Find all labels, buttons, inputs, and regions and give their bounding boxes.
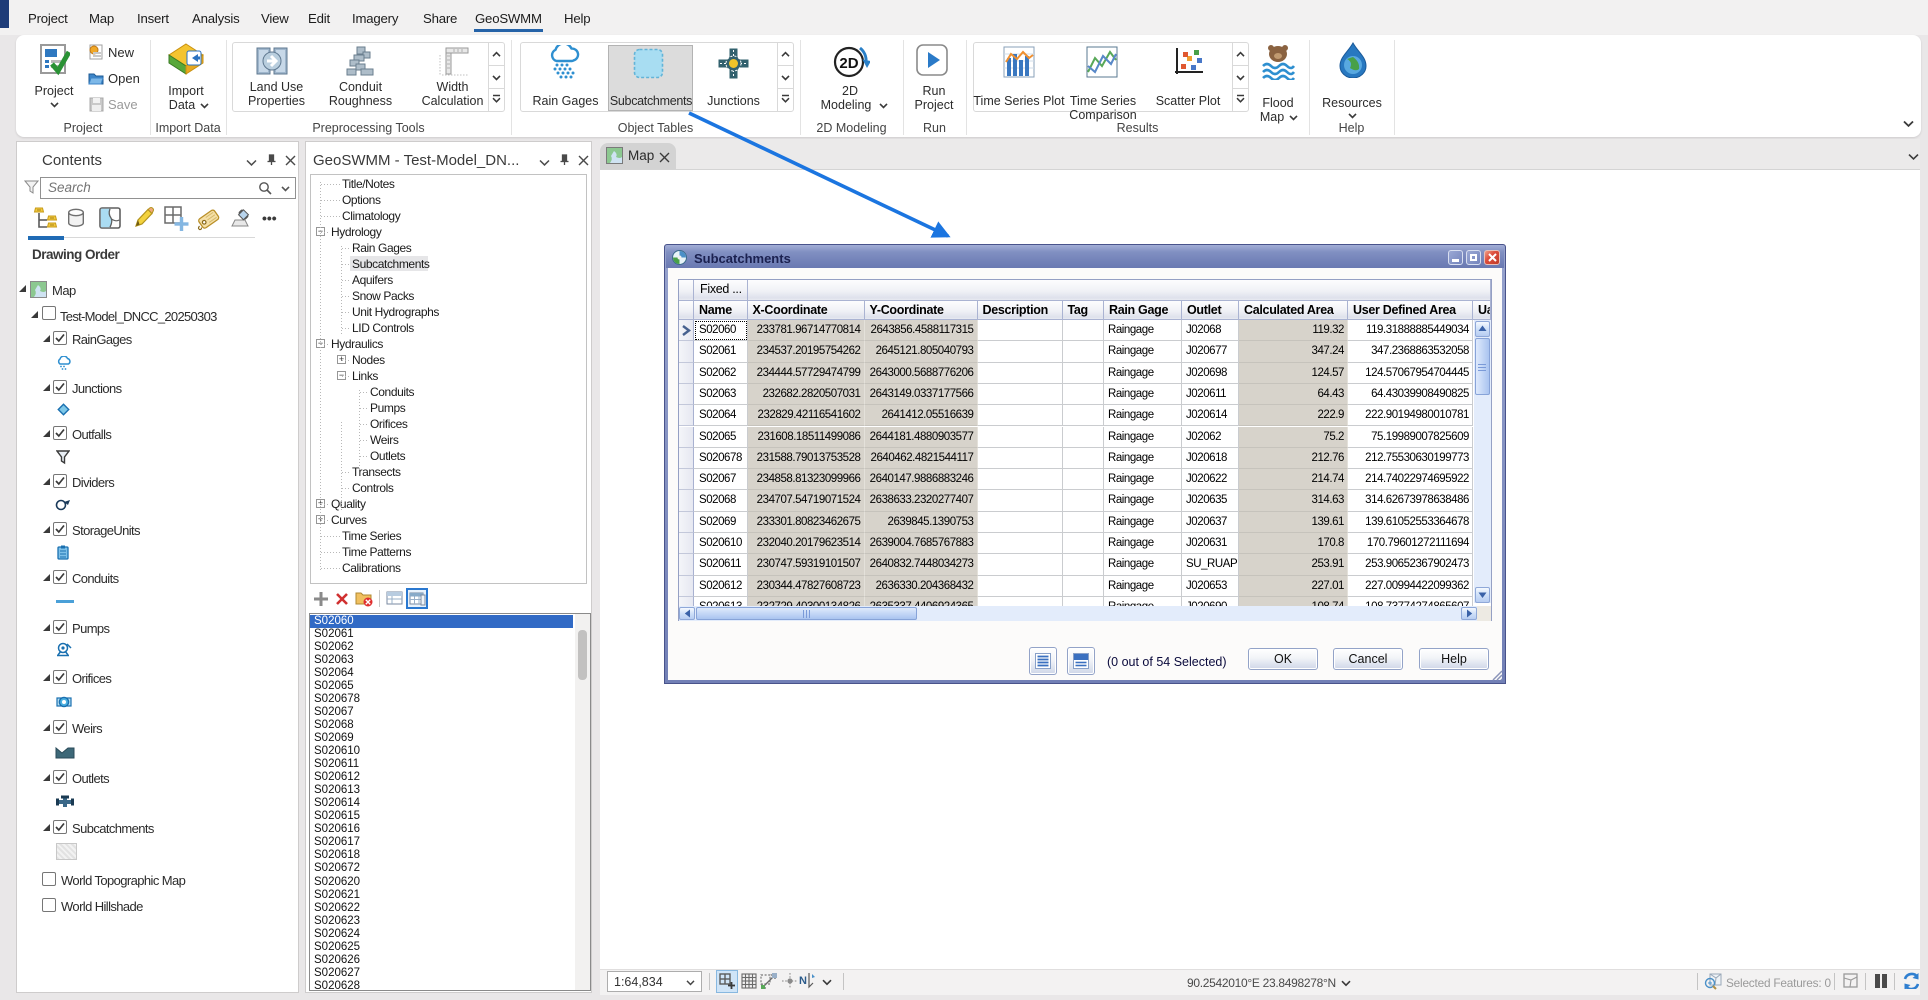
svg-text:2D: 2D <box>839 55 858 72</box>
svg-text:N: N <box>799 975 807 987</box>
